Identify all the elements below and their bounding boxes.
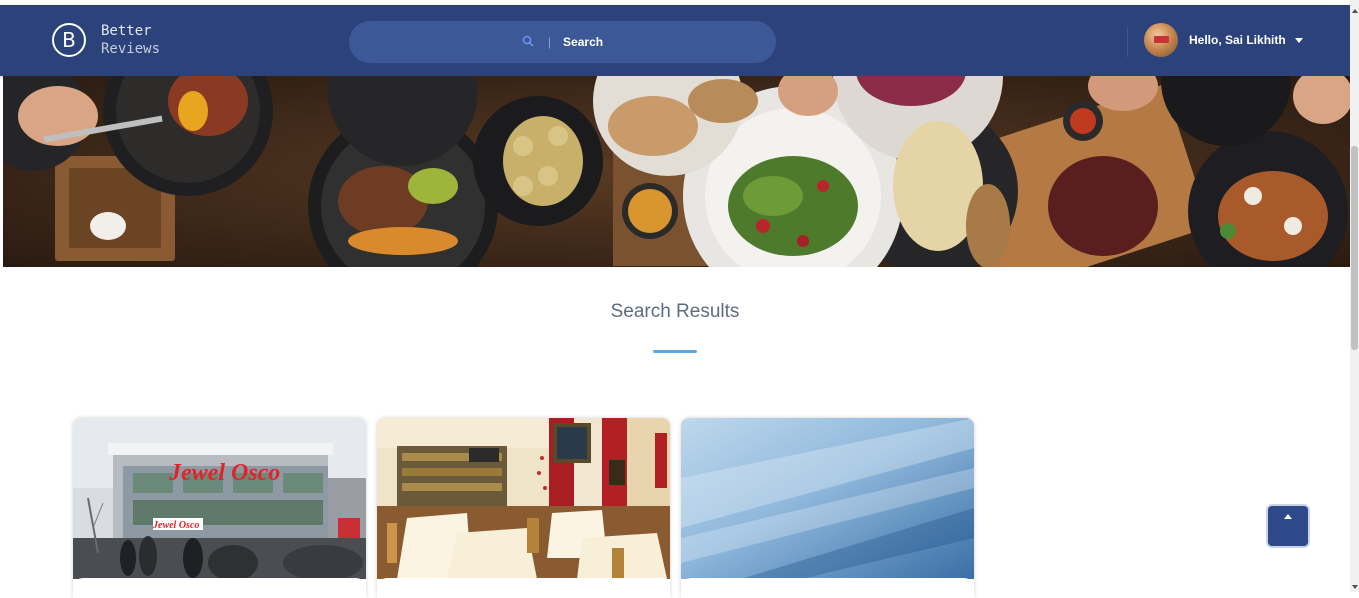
result-card-body[interactable] (73, 578, 366, 598)
top-navbar: B Better Reviews | Search Hello, Sai Likh… (0, 5, 1350, 76)
restaurant-photo (377, 418, 670, 579)
brand-name-line1: Better (101, 23, 152, 39)
result-card[interactable]: Jewel Osco Jewel Osco (73, 418, 366, 598)
brand-name-line2: Reviews (101, 41, 161, 57)
result-card-body[interactable] (681, 578, 974, 598)
user-greeting[interactable]: Hello, Sai Likhith (1189, 33, 1286, 47)
food-table-image (3, 76, 1350, 267)
store-photo (73, 418, 366, 579)
result-card-image[interactable] (377, 418, 670, 579)
result-card[interactable] (681, 418, 974, 598)
search-bar[interactable]: | Search (349, 21, 776, 63)
store-sign-logo: Jewel Osco (169, 460, 281, 486)
caret-down-icon[interactable] (1294, 37, 1303, 43)
brand-name: Better Reviews (101, 22, 160, 58)
header-divider (1127, 27, 1128, 57)
scroll-down-arrow-icon[interactable] (1352, 585, 1358, 589)
back-to-top-button[interactable] (1268, 506, 1308, 546)
result-card-image[interactable]: Jewel Osco Jewel Osco (73, 418, 366, 579)
placeholder-image (681, 418, 974, 579)
user-menu[interactable]: Hello, Sai Likhith (1144, 23, 1303, 57)
result-card-body[interactable] (377, 578, 670, 598)
avatar[interactable] (1144, 23, 1178, 57)
result-card[interactable] (377, 418, 670, 598)
section-title: Search Results (610, 301, 740, 322)
hero-banner (3, 76, 1350, 267)
search-label[interactable]: Search (563, 35, 603, 49)
logo-mark: B (52, 23, 86, 57)
scroll-up-arrow-icon[interactable] (1352, 9, 1358, 13)
chevron-up-icon (1284, 514, 1292, 519)
scrollbar-thumb[interactable] (1351, 146, 1358, 350)
result-card-image[interactable] (681, 418, 974, 579)
brand-logo[interactable]: B Better Reviews (52, 22, 160, 58)
title-underline (653, 350, 697, 353)
store-sign-logo-small: Jewel Osco (153, 520, 200, 531)
search-separator: | (547, 35, 552, 49)
search-icon (522, 35, 536, 49)
